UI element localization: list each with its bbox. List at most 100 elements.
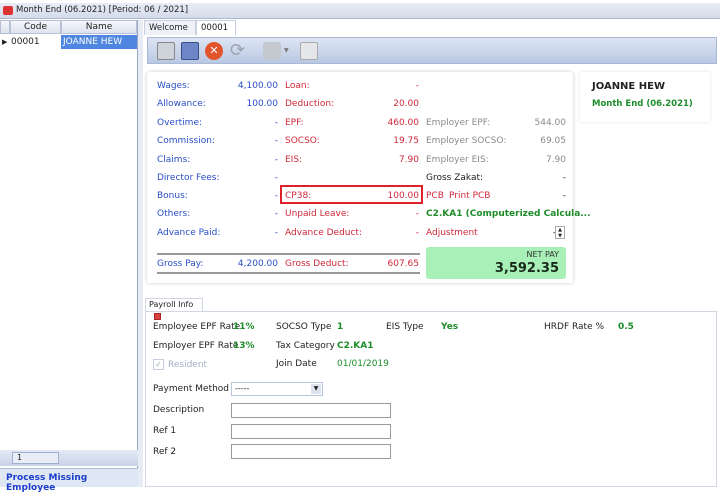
resident-label: Resident xyxy=(168,360,207,370)
chevron-down-icon[interactable]: ▼ xyxy=(311,384,321,394)
employer-epf-label: Employer EPF Rate xyxy=(153,341,238,351)
print-icon[interactable] xyxy=(263,42,281,60)
earnings-label: Commission: xyxy=(157,136,215,146)
tax-category-text: C2.KA1 (Computerized Calcula... xyxy=(426,209,591,219)
description-label: Description xyxy=(153,405,204,415)
tax-category-value: C2.KA1 xyxy=(337,341,374,351)
refresh-icon[interactable]: ⟳ xyxy=(230,42,248,60)
employee-name-cell[interactable]: JOANNE HEW xyxy=(61,35,137,49)
adjustment-spinner[interactable]: ▲▼ xyxy=(555,226,565,239)
hrdf-rate-value: 0.5 xyxy=(618,322,634,332)
tab-welcome[interactable]: Welcome xyxy=(144,20,196,35)
cancel-icon[interactable]: ✕ xyxy=(205,42,223,60)
employer-label: Employer EPF: xyxy=(426,118,490,128)
ref1-input[interactable] xyxy=(231,424,391,439)
deductions-label: EIS: xyxy=(285,155,302,165)
ref1-label: Ref 1 xyxy=(153,426,176,436)
adjustment-label: Adjustment xyxy=(426,228,478,238)
employee-name: JOANNE HEW xyxy=(592,81,665,92)
earnings-value: - xyxy=(275,118,278,128)
employer-label: Gross Zakat: xyxy=(426,173,483,183)
pager: 1 xyxy=(0,450,138,466)
tab-00001[interactable]: 00001 xyxy=(196,20,236,35)
pcb-label: PCB xyxy=(426,191,444,201)
payment-method-value: ----- xyxy=(235,384,249,393)
employee-epf-value: 11% xyxy=(233,322,255,332)
employer-value: - xyxy=(563,173,566,183)
deductions-value: - xyxy=(416,81,419,91)
title-bar: Month End (06.2021) [Period: 06 / 2021] xyxy=(0,3,720,19)
employer-label: Employer EIS: xyxy=(426,155,489,165)
employer-value: 69.05 xyxy=(540,136,566,146)
divider xyxy=(157,272,420,274)
row-indicator-header xyxy=(0,20,10,34)
eis-type-label: EIS Type xyxy=(386,322,424,332)
earnings-value: - xyxy=(275,173,278,183)
employee-card: JOANNE HEW Month End (06.2021) xyxy=(580,72,710,122)
print-dropdown-icon[interactable]: ▼ xyxy=(284,47,289,54)
earnings-label: Claims: xyxy=(157,155,190,165)
payment-method-select[interactable]: ----- ▼ xyxy=(231,382,323,396)
earnings-label: Director Fees: xyxy=(157,173,220,183)
column-header-name[interactable]: Name xyxy=(61,20,137,34)
payslip-summary-card: Wages:4,100.00Allowance:100.00Overtime:-… xyxy=(147,72,573,283)
earnings-value: - xyxy=(275,228,278,238)
deductions-label: Unpaid Leave: xyxy=(285,209,349,219)
deductions-value: 460.00 xyxy=(388,118,420,128)
edit-icon[interactable] xyxy=(157,42,175,60)
process-missing-employee-link[interactable]: Process Missing Employee xyxy=(0,468,138,487)
earnings-label: Bonus: xyxy=(157,191,188,201)
earnings-label: Wages: xyxy=(157,81,190,91)
ref2-label: Ref 2 xyxy=(153,447,176,457)
deductions-value: 7.90 xyxy=(399,155,419,165)
earnings-value: - xyxy=(275,191,278,201)
deductions-label: Loan: xyxy=(285,81,310,91)
payment-method-label: Payment Method xyxy=(153,384,229,394)
deductions-label: EPF: xyxy=(285,118,304,128)
eis-type-value: Yes xyxy=(441,322,458,332)
payroll-info-panel xyxy=(145,311,717,487)
toolbar: ✕ ⟳ ▼ xyxy=(147,37,717,64)
earnings-label: Others: xyxy=(157,209,190,219)
earnings-value: - xyxy=(275,136,278,146)
description-input[interactable] xyxy=(231,403,391,418)
tab-payroll-info[interactable]: Payroll Info xyxy=(145,298,203,311)
earnings-label: Advance Paid: xyxy=(157,228,220,238)
page-number-field[interactable]: 1 xyxy=(12,452,59,464)
print-pcb-link[interactable]: Print PCB xyxy=(449,191,490,201)
ref2-input[interactable] xyxy=(231,444,391,459)
tab-label: Welcome xyxy=(149,23,188,33)
earnings-value: - xyxy=(275,155,278,165)
tab-label: 00001 xyxy=(201,23,228,33)
deductions-value: - xyxy=(416,228,419,238)
gross-deduct-label: Gross Deduct: xyxy=(285,259,349,269)
save-icon[interactable] xyxy=(181,42,199,60)
hrdf-rate-label: HRDF Rate % xyxy=(544,322,604,332)
employee-epf-label: Employee EPF Rate xyxy=(153,322,240,332)
gross-pay-value: 4,200.00 xyxy=(238,259,278,269)
preview-icon[interactable] xyxy=(300,42,318,60)
join-date-label: Join Date xyxy=(276,359,317,369)
deductions-label: SOCSO: xyxy=(285,136,320,146)
period-text: Month End (06.2021) xyxy=(592,99,693,109)
column-header-code[interactable]: Code xyxy=(10,20,61,34)
employee-list-panel: Code Name ▶ 00001 JOANNE HEW 1 Process M… xyxy=(0,20,138,487)
tax-category-label: Tax Category xyxy=(276,341,335,351)
resident-checkbox[interactable]: ✓ xyxy=(153,359,164,370)
pcb-value: - xyxy=(563,191,566,201)
gross-deduct-value: 607.65 xyxy=(388,259,420,269)
deductions-value: 20.00 xyxy=(393,99,419,109)
join-date-value: 01/01/2019 xyxy=(337,359,389,369)
earnings-value: 100.00 xyxy=(247,99,279,109)
employer-value: 544.00 xyxy=(535,118,567,128)
deductions-label: Advance Deduct: xyxy=(285,228,362,238)
splitter[interactable] xyxy=(138,20,143,487)
row-pointer-icon: ▶ xyxy=(2,35,10,49)
deductions-label: Deduction: xyxy=(285,99,334,109)
net-pay-label: NET PAY xyxy=(526,250,559,259)
employee-code-cell[interactable]: 00001 xyxy=(11,35,61,49)
net-pay-box: NET PAY 3,592.35 xyxy=(426,247,566,279)
deductions-value: - xyxy=(416,209,419,219)
employer-label: Employer SOCSO: xyxy=(426,136,506,146)
net-pay-value: 3,592.35 xyxy=(495,261,559,276)
